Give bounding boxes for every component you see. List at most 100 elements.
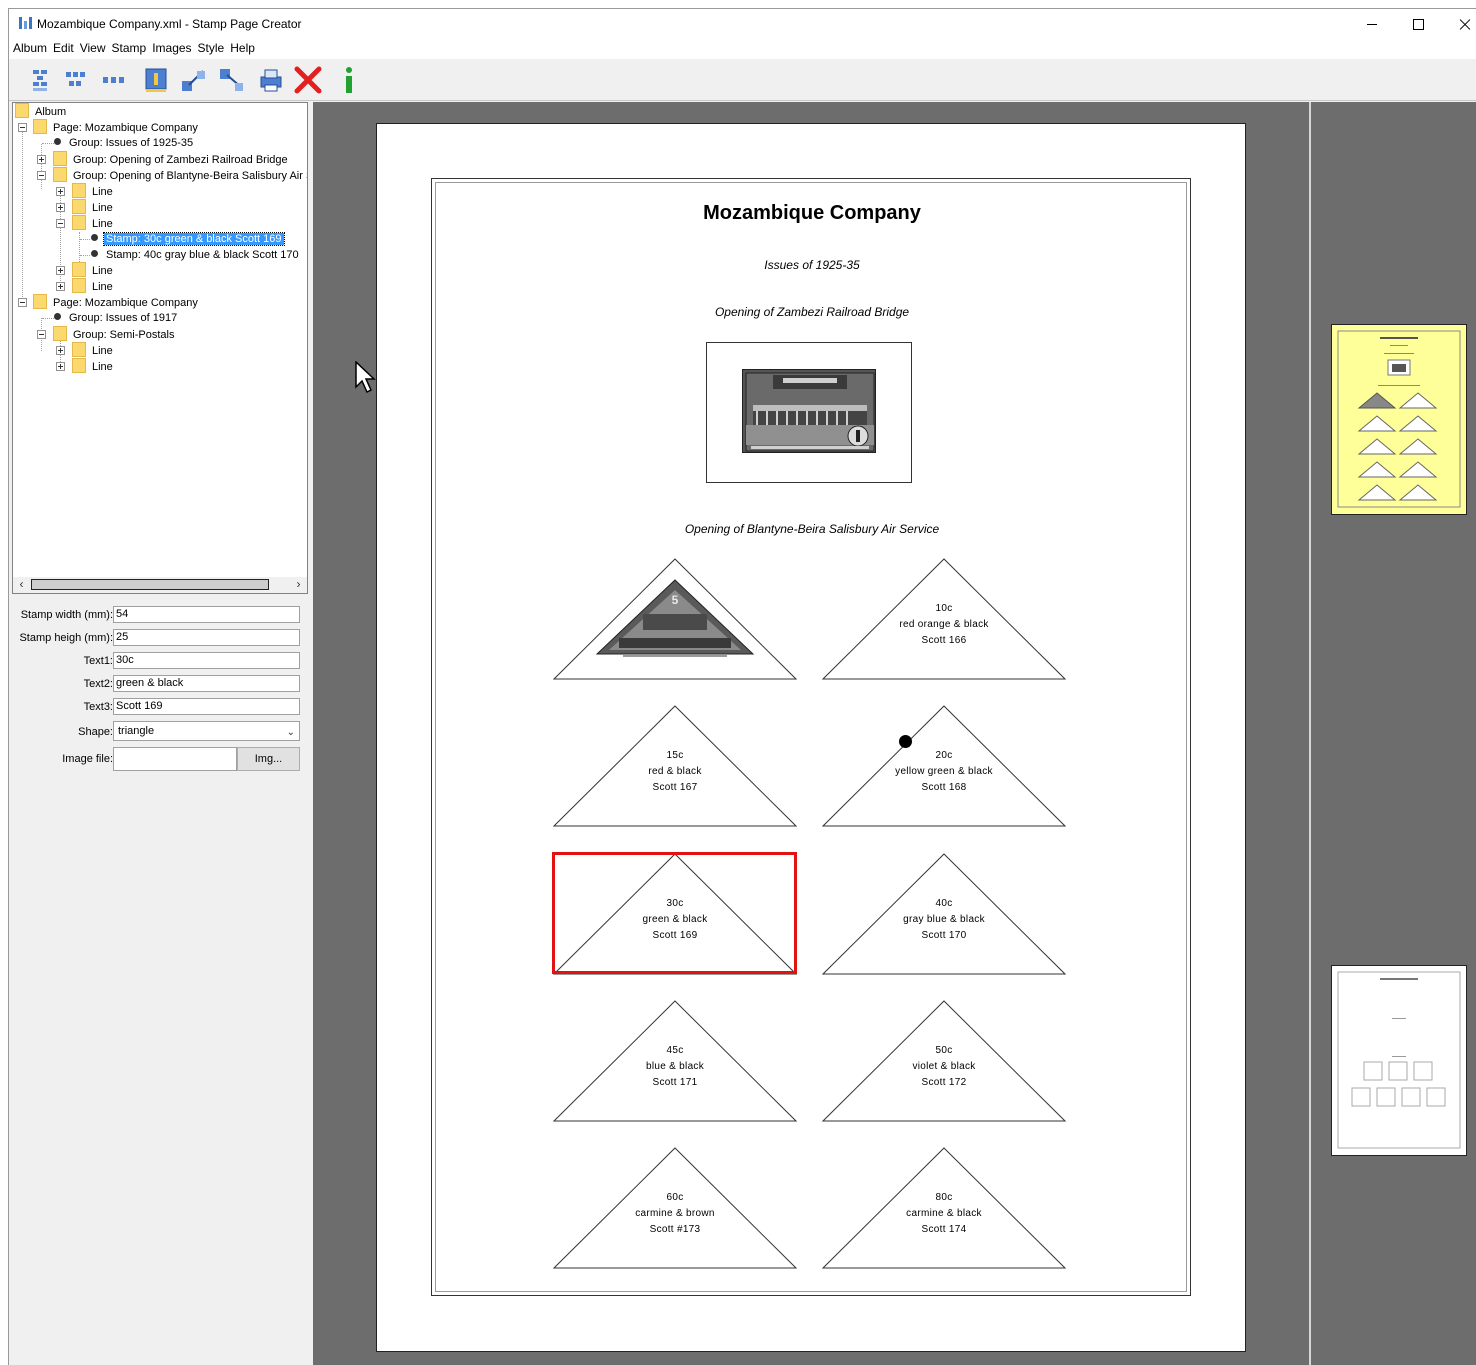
tree-node-group[interactable]: Group: Semi-Postals	[53, 326, 176, 342]
stamp-triangle[interactable]: 45c blue & black Scott 171	[553, 1000, 797, 1122]
drag-handle[interactable]	[899, 735, 912, 748]
tree-node-line[interactable]: Line	[72, 278, 115, 294]
tree-node-line[interactable]: Line	[72, 183, 115, 199]
expand-toggle[interactable]	[56, 203, 65, 212]
close-window-button[interactable]	[1441, 9, 1476, 39]
page-title: Mozambique Company	[703, 202, 921, 224]
page-thumbnail-1[interactable]	[1331, 324, 1467, 515]
stamp-text1: 15c	[666, 750, 684, 761]
scrollbar-thumb[interactable]	[31, 579, 269, 590]
stamp-text3: Scott #173	[649, 1224, 701, 1235]
text2-field[interactable]: green & black	[113, 675, 300, 692]
stamp-triangle[interactable]: 60c carmine & brown Scott #173	[553, 1147, 797, 1269]
add-stamp-icon[interactable]	[141, 65, 171, 95]
tree-node-page[interactable]: Page: Mozambique Company	[33, 294, 200, 310]
collapse-toggle[interactable]	[18, 298, 27, 307]
collapse-toggle[interactable]	[56, 219, 65, 228]
shape-value: triangle	[118, 725, 155, 737]
stamp-triangle-image[interactable]: 5	[553, 558, 797, 680]
album-tree[interactable]: Album Page: Mozambique Company Group: Is…	[12, 102, 308, 590]
print-icon[interactable]	[256, 65, 286, 95]
menu-help[interactable]: Help	[227, 39, 258, 55]
tree-node-line[interactable]: Line	[72, 199, 115, 215]
expand-toggle[interactable]	[56, 282, 65, 291]
expand-toggle[interactable]	[56, 266, 65, 275]
menu-images[interactable]: Images	[149, 39, 194, 55]
add-group-icon[interactable]	[64, 65, 94, 95]
stamp-height-field[interactable]: 25	[113, 629, 300, 646]
expand-toggle[interactable]	[37, 155, 46, 164]
text3-label: Text3:	[83, 701, 113, 713]
stamp-frame[interactable]	[706, 342, 912, 483]
stamp-text1: 45c	[666, 1045, 684, 1056]
stamp-text1: 40c	[935, 898, 953, 909]
toolbar	[9, 59, 1476, 101]
text3-field[interactable]: Scott 169	[113, 698, 300, 715]
expand-toggle[interactable]	[56, 187, 65, 196]
bridge-stamp-image	[742, 369, 876, 453]
stamp-text1: 10c	[935, 603, 953, 614]
collapse-toggle[interactable]	[37, 330, 46, 339]
shape-select[interactable]: triangle ⌄	[113, 721, 300, 741]
tree-node-stamp-selected[interactable]: Stamp: 30c green & black Scott 169	[88, 231, 285, 247]
stamp-text3: Scott 168	[921, 782, 967, 793]
tree-node-group[interactable]: Group: Opening of Blantyne-Beira Salisbu…	[53, 167, 307, 183]
stamp-triangle[interactable]: 20c yellow green & black Scott 168	[822, 705, 1066, 827]
tree-node-stamp[interactable]: Stamp: 40c gray blue & black Scott 170	[88, 247, 301, 263]
tree-node-line[interactable]: Line	[72, 262, 115, 278]
app-icon	[19, 17, 33, 29]
collapse-toggle[interactable]	[37, 171, 46, 180]
stamp-text3: Scott 166	[921, 635, 967, 646]
tree-node-album[interactable]: Album	[15, 103, 68, 119]
selection-rectangle[interactable]	[552, 852, 797, 974]
expand-toggle[interactable]	[56, 362, 65, 371]
group-heading[interactable]: Opening of Blantyne-Beira Salisbury Air …	[377, 522, 1247, 536]
add-line-icon[interactable]	[101, 65, 131, 95]
move-down-icon[interactable]	[217, 65, 247, 95]
tree-node-group[interactable]: Group: Opening of Zambezi Railroad Bridg…	[53, 151, 290, 167]
menu-style[interactable]: Style	[195, 39, 228, 55]
title-bar: Mozambique Company.xml - Stamp Page Crea…	[9, 9, 1476, 39]
tree-horizontal-scrollbar[interactable]: ‹ ›	[12, 577, 308, 594]
text1-field[interactable]: 30c	[113, 652, 300, 669]
expand-toggle[interactable]	[56, 346, 65, 355]
image-file-field[interactable]	[113, 747, 237, 771]
maximize-button[interactable]	[1395, 9, 1441, 39]
chevron-down-icon: ⌄	[286, 727, 295, 738]
delete-icon[interactable]	[293, 65, 323, 95]
menu-edit[interactable]: Edit	[50, 39, 77, 55]
tree-node-group[interactable]: Group: Issues of 1925-35	[51, 135, 195, 151]
stamp-height-label: Stamp heigh (mm):	[19, 632, 113, 644]
menu-stamp[interactable]: Stamp	[109, 39, 150, 55]
group-heading[interactable]: Issues of 1925-35	[377, 258, 1247, 272]
tree-node-line[interactable]: Line	[72, 342, 115, 358]
album-page[interactable]: Mozambique Company Issues of 1925-35 Ope…	[376, 123, 1246, 1352]
tree-node-page[interactable]: Page: Mozambique Company	[33, 119, 200, 135]
collapse-toggle[interactable]	[18, 123, 27, 132]
menu-album[interactable]: Album	[9, 39, 50, 55]
add-page-icon[interactable]	[29, 65, 59, 95]
menu-view[interactable]: View	[77, 39, 109, 55]
scroll-left-icon[interactable]: ‹	[13, 577, 30, 593]
page-thumbnail-2[interactable]	[1331, 965, 1467, 1156]
info-icon[interactable]	[334, 65, 364, 95]
tree-node-group[interactable]: Group: Issues of 1917	[51, 310, 179, 326]
stamp-triangle[interactable]: 15c red & black Scott 167	[553, 705, 797, 827]
stamp-triangle[interactable]: 40c gray blue & black Scott 170	[822, 853, 1066, 975]
img-browse-button[interactable]: Img...	[237, 747, 300, 771]
page-canvas[interactable]: Mozambique Company Issues of 1925-35 Ope…	[313, 102, 1309, 1365]
tree-node-line[interactable]: Line	[72, 358, 115, 374]
scroll-right-icon[interactable]: ›	[290, 577, 307, 593]
stamp-width-field[interactable]: 54	[113, 606, 300, 623]
stamp-triangle[interactable]: 80c carmine & black Scott 174	[822, 1147, 1066, 1269]
minimize-button[interactable]	[1349, 9, 1395, 39]
stamp-triangle[interactable]: 50c violet & black Scott 172	[822, 1000, 1066, 1122]
stamp-text1: 80c	[935, 1192, 953, 1203]
bullet-icon	[54, 138, 61, 145]
move-up-icon[interactable]	[179, 65, 209, 95]
stamp-text2: carmine & black	[906, 1208, 982, 1219]
folder-icon	[53, 167, 67, 182]
tree-node-line[interactable]: Line	[72, 215, 115, 231]
stamp-triangle[interactable]: 10c red orange & black Scott 166	[822, 558, 1066, 680]
group-heading[interactable]: Opening of Zambezi Railroad Bridge	[377, 305, 1247, 319]
